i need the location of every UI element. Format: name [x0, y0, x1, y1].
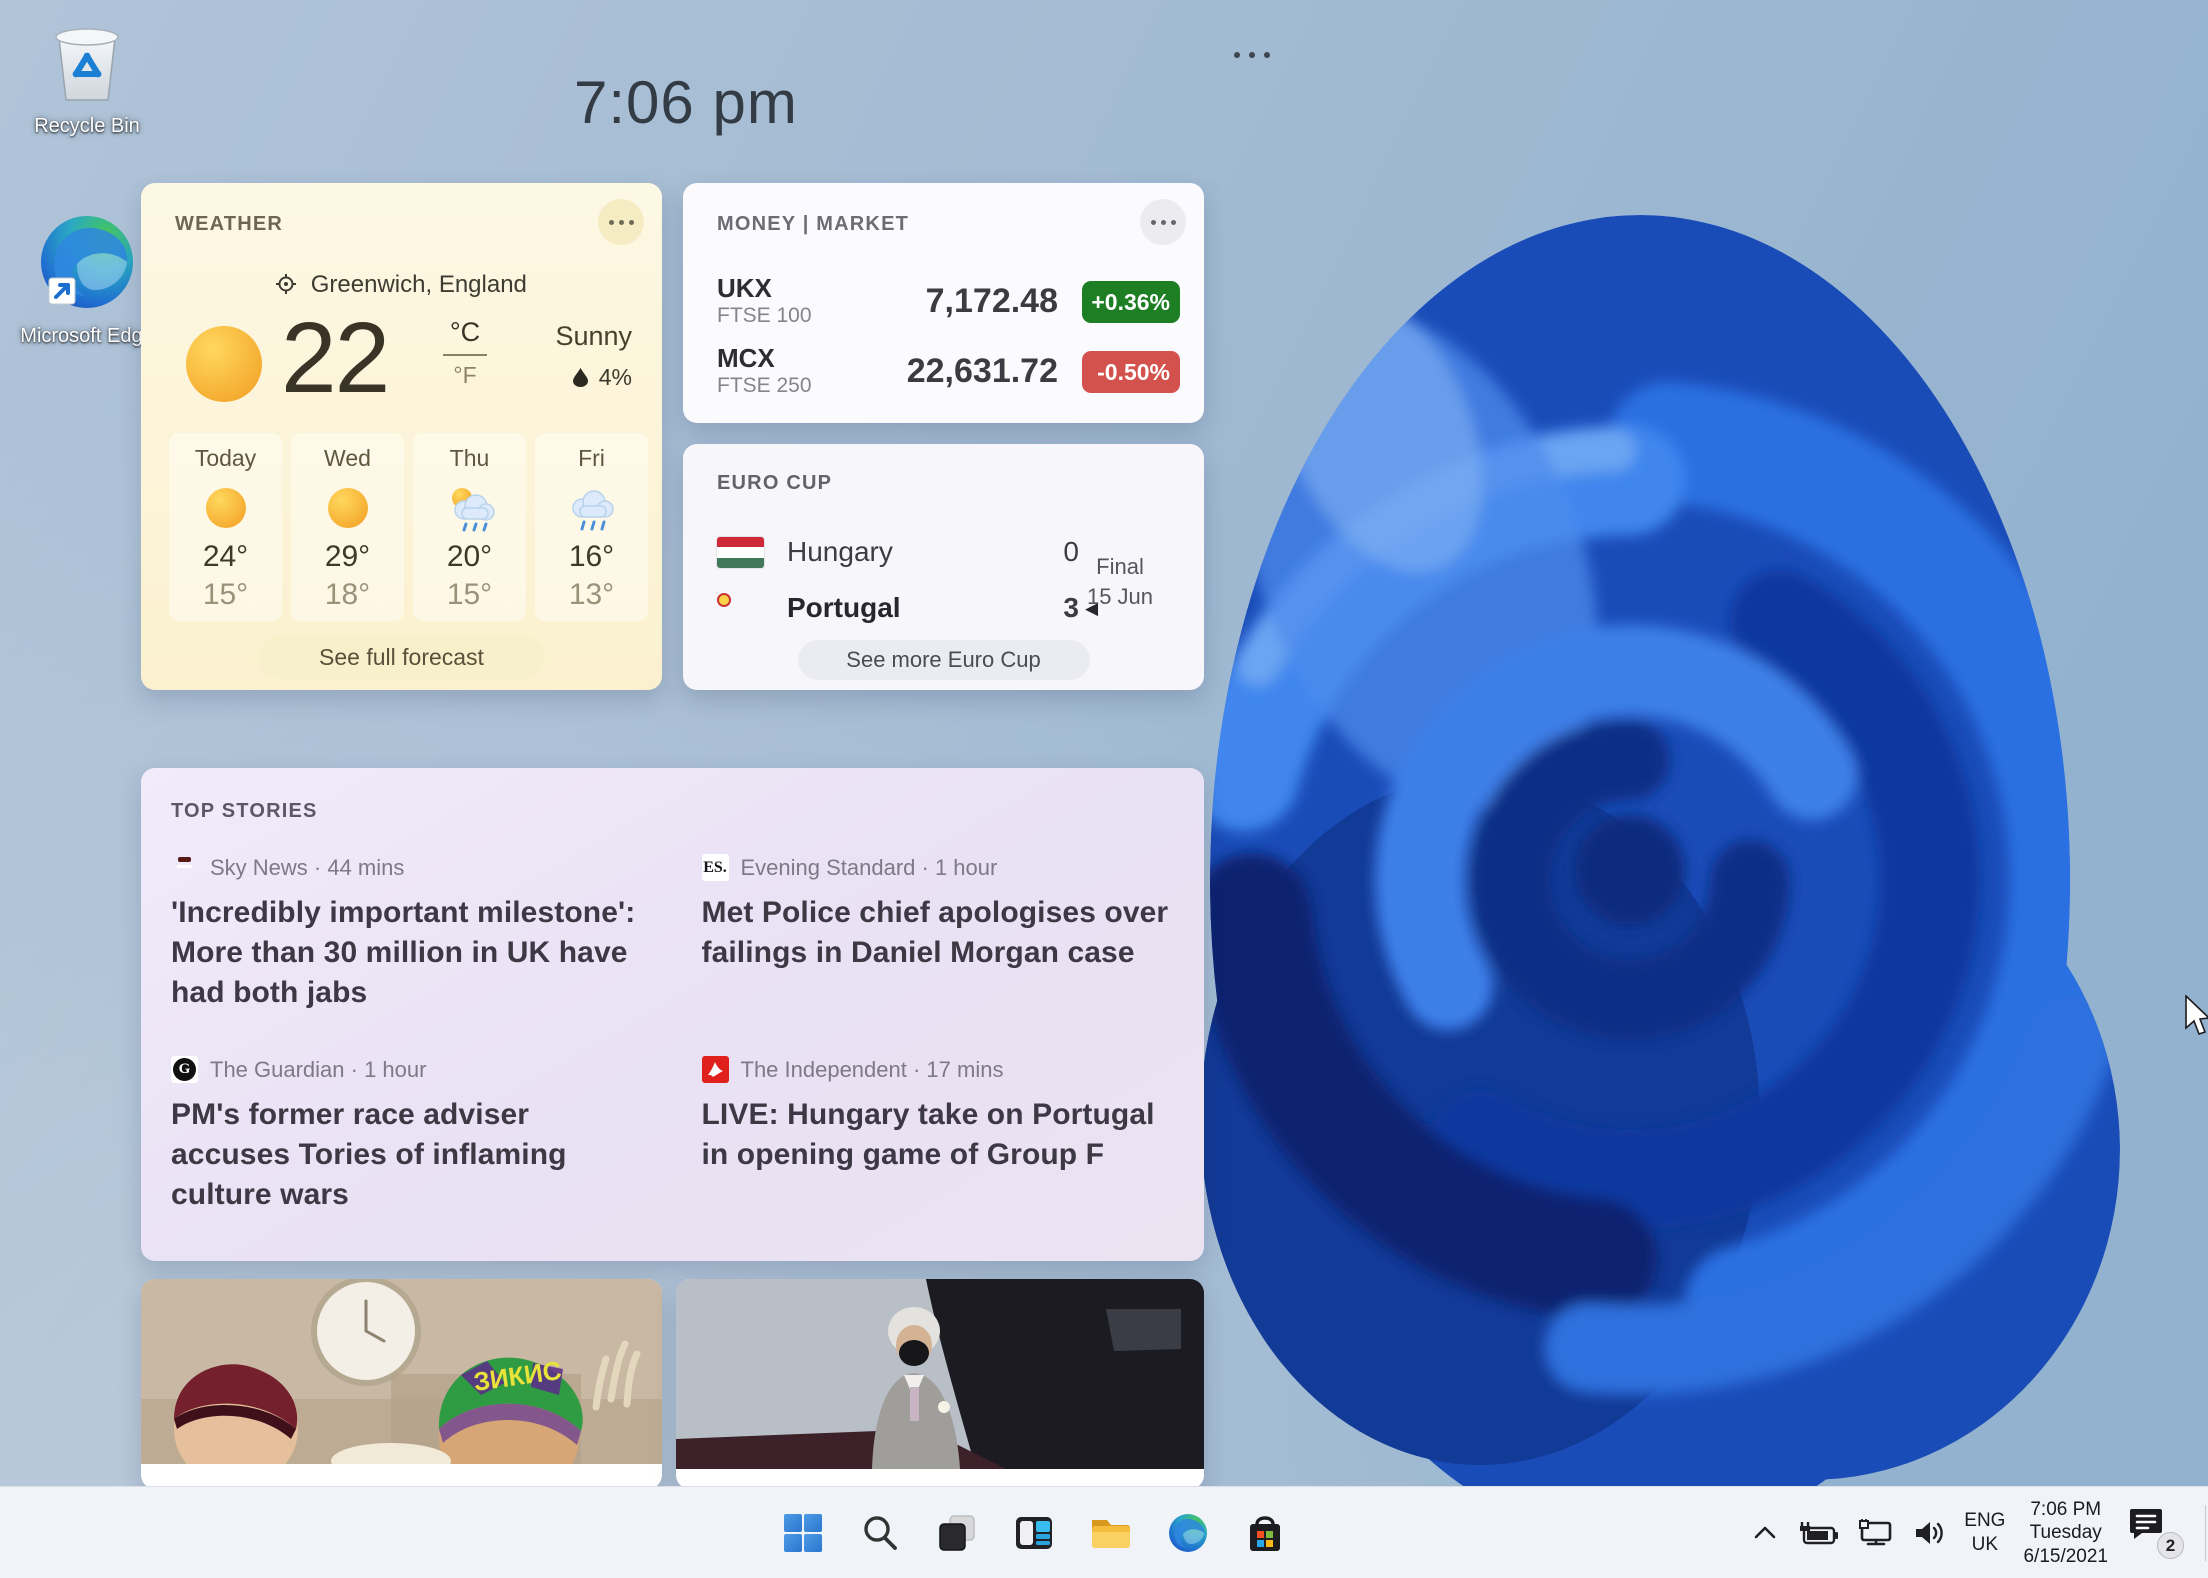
story-meta: Sky News · 44 mins	[210, 855, 404, 881]
volume-icon[interactable]	[1912, 1519, 1946, 1547]
change-badge-up: +0.36%	[1082, 281, 1180, 323]
weather-widget[interactable]: WEATHER Greenwich, England 22 °C °F Sunn…	[141, 183, 662, 690]
edge-desktop-icon[interactable]: Microsoft Edge	[12, 212, 162, 348]
forecast-wed[interactable]: Wed 29° 18°	[291, 433, 404, 621]
news-photo-man-in-mask[interactable]	[676, 1279, 1204, 1489]
current-temperature: 22	[281, 301, 388, 416]
story-headline: Met Police chief apologises over failing…	[702, 893, 1179, 973]
edge-label: Microsoft Edge	[12, 325, 162, 348]
task-view-button[interactable]	[934, 1510, 980, 1556]
widgets-button[interactable]	[1011, 1510, 1057, 1556]
story-headline: 'Incredibly important milestone': More t…	[171, 893, 648, 1013]
forecast-row: Today 24° 15° Wed 29° 18° Thu	[169, 433, 648, 621]
market-row-ukx[interactable]: UKX FTSE 100 7,172.48 +0.36%	[717, 273, 1180, 331]
euro-cup-widget[interactable]: EURO CUP Hungary 0 Portugal 3 ◀ Final 15…	[683, 444, 1204, 690]
file-explorer-button[interactable]	[1088, 1510, 1134, 1556]
sunny-icon	[291, 482, 404, 534]
change-badge-down: -0.50%	[1082, 351, 1180, 393]
weather-title: WEATHER	[175, 213, 283, 236]
mouse-cursor	[2184, 995, 2208, 1037]
weather-more-options-icon[interactable]	[598, 199, 644, 245]
store-button[interactable]	[1242, 1510, 1288, 1556]
sunny-icon	[169, 482, 282, 534]
notification-count-badge: 2	[2157, 1532, 2184, 1559]
network-icon[interactable]	[1856, 1519, 1894, 1547]
tray-chevron-up-icon[interactable]	[1752, 1524, 1778, 1542]
start-button[interactable]	[780, 1510, 826, 1556]
money-title: MONEY | MARKET	[717, 213, 909, 236]
tray-clock[interactable]: 7:06 PM Tuesday 6/15/2021	[2023, 1498, 2108, 1568]
recycle-bin-icon	[50, 93, 124, 110]
sun-showers-icon	[413, 482, 526, 534]
top-stories-title: TOP STORIES	[171, 800, 318, 823]
forecast-today[interactable]: Today 24° 15°	[169, 433, 282, 621]
edge-taskbar-button[interactable]	[1165, 1510, 1211, 1556]
top-stories-widget[interactable]: TOP STORIES Sky News · 44 mins 'Incredib…	[141, 768, 1204, 1261]
celsius-label[interactable]: °C	[439, 317, 491, 348]
widgets-panel-menu-icon[interactable]	[1234, 52, 1270, 58]
battery-charging-icon[interactable]	[1796, 1520, 1838, 1546]
story-meta: The Independent · 17 mins	[741, 1057, 1004, 1083]
show-desktop-divider[interactable]	[2205, 1505, 2206, 1561]
story-evening-standard[interactable]: ES. Evening Standard · 1 hour Met Police…	[702, 854, 1179, 1056]
news-photo-boys-in-caps[interactable]: ЗИКИС	[141, 1279, 662, 1489]
desktop: { "desktop": { "icons": [ { "label": "Re…	[0, 0, 2208, 1578]
forecast-fri[interactable]: Fri 16° 13°	[535, 433, 648, 621]
story-headline: LIVE: Hungary take on Portugal in openin…	[702, 1095, 1179, 1175]
story-independent[interactable]: The Independent · 17 mins LIVE: Hungary …	[702, 1056, 1179, 1258]
sun-icon	[181, 321, 267, 412]
recycle-bin-label: Recycle Bin	[12, 115, 162, 138]
weather-current: 22 °C °F Sunny 4%	[177, 309, 632, 425]
euro-cup-title: EURO CUP	[717, 472, 832, 495]
story-sky-news[interactable]: Sky News · 44 mins 'Incredibly important…	[171, 854, 648, 1056]
story-headline: PM's former race adviser accuses Tories …	[171, 1095, 648, 1215]
weather-condition: Sunny	[555, 321, 632, 352]
search-button[interactable]	[857, 1510, 903, 1556]
money-more-options-icon[interactable]	[1140, 199, 1186, 245]
evening-standard-favicon-icon: ES.	[702, 854, 729, 881]
precipitation: 4%	[555, 364, 632, 391]
notification-center-button[interactable]: 2	[2126, 1505, 2182, 1561]
forecast-thu[interactable]: Thu 20° 15°	[413, 433, 526, 621]
story-guardian[interactable]: G The Guardian · 1 hour PM's former race…	[171, 1056, 648, 1258]
recycle-bin-desktop-icon[interactable]: Recycle Bin	[12, 16, 162, 138]
edge-logo-icon	[35, 303, 139, 320]
fahrenheit-label[interactable]: °F	[439, 362, 491, 389]
match-status: Final 15 Jun	[1070, 552, 1170, 611]
money-market-widget[interactable]: MONEY | MARKET UKX FTSE 100 7,172.48 +0.…	[683, 183, 1204, 423]
unit-toggle[interactable]: °C °F	[439, 317, 491, 389]
taskbar: ENG UK 7:06 PM Tuesday 6/15/2021 2	[0, 1486, 2208, 1578]
sky-news-favicon-icon	[171, 854, 198, 881]
language-indicator[interactable]: ENG UK	[1964, 1509, 2005, 1557]
weather-location: Greenwich, England	[141, 271, 662, 299]
widgets-panel-clock: 7:06 pm	[574, 68, 798, 137]
guardian-favicon-icon: G	[171, 1056, 198, 1083]
story-meta: The Guardian · 1 hour	[210, 1057, 426, 1083]
story-meta: Evening Standard · 1 hour	[741, 855, 998, 881]
location-pin-icon	[276, 273, 296, 301]
independent-favicon-icon	[702, 1056, 729, 1083]
market-row-mcx[interactable]: MCX FTSE 250 22,631.72 -0.50%	[717, 343, 1180, 401]
see-full-forecast-button[interactable]: See full forecast	[259, 635, 545, 679]
hungary-flag-icon	[717, 537, 764, 568]
see-more-euro-cup-button[interactable]: See more Euro Cup	[798, 640, 1090, 680]
droplet-icon	[573, 366, 588, 393]
showers-icon	[535, 482, 648, 534]
